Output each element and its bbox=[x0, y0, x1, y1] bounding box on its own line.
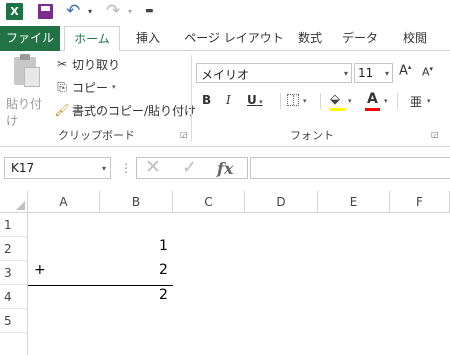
grow-font-label: A bbox=[399, 63, 408, 79]
tab-data[interactable]: データ bbox=[340, 26, 380, 51]
cell-b4[interactable]: 2 bbox=[159, 287, 168, 303]
underline-label: U bbox=[247, 93, 257, 107]
row-header-5[interactable]: 5 bbox=[0, 309, 28, 333]
cancel-icon[interactable]: ✕ bbox=[145, 156, 161, 178]
brush-icon: 🖌 bbox=[54, 103, 70, 117]
cell-bottom-border bbox=[28, 285, 173, 286]
row-header-2[interactable]: 2 bbox=[0, 237, 28, 261]
customize-qat-icon[interactable]: ▬ bbox=[145, 6, 154, 16]
row-header-4[interactable]: 4 bbox=[0, 285, 28, 309]
font-size-value: 11 bbox=[358, 66, 374, 80]
tab-file[interactable]: ファイル bbox=[0, 26, 60, 51]
quick-access-toolbar: X ↶ ▾ ↷ ▾ ▬ bbox=[0, 0, 450, 26]
format-painter-button[interactable]: 🖌 書式のコピー/貼り付け bbox=[54, 101, 196, 119]
column-header-b[interactable]: B bbox=[100, 191, 173, 213]
fill-color-icon[interactable]: ⬙ bbox=[330, 92, 340, 107]
font-size-select[interactable]: 11 ▾ bbox=[354, 63, 393, 83]
cut-button[interactable]: ✂ 切り取り bbox=[54, 55, 120, 73]
copy-icon: ⎘ bbox=[57, 79, 67, 94]
borders-dropdown-icon[interactable]: ▾ bbox=[303, 97, 307, 105]
excel-logo-icon: X bbox=[6, 3, 23, 20]
format-painter-label: 書式のコピー/貼り付け bbox=[72, 103, 197, 118]
cell-b3[interactable]: 2 bbox=[159, 262, 168, 278]
name-box[interactable]: K17 ▾ bbox=[4, 157, 111, 179]
cell-b2[interactable]: 1 bbox=[159, 238, 168, 254]
divider bbox=[280, 93, 281, 109]
phonetic-guide-button[interactable]: 亜 bbox=[410, 93, 422, 110]
paste-button[interactable]: 貼り付け bbox=[4, 54, 48, 128]
column-header-f[interactable]: F bbox=[390, 191, 450, 213]
save-icon[interactable] bbox=[38, 4, 53, 19]
clipboard-icon bbox=[14, 54, 40, 87]
column-header-a[interactable]: A bbox=[28, 191, 100, 213]
undo-dropdown-icon[interactable]: ▾ bbox=[88, 7, 92, 16]
copy-label: コピー bbox=[72, 80, 109, 95]
group-divider bbox=[191, 55, 192, 141]
select-all-button[interactable] bbox=[0, 191, 28, 213]
shrink-font-label: A bbox=[422, 65, 430, 79]
chevron-down-icon: ▾ bbox=[101, 164, 106, 173]
cell-a3[interactable]: + bbox=[34, 262, 46, 278]
fill-color-dropdown-icon[interactable]: ▾ bbox=[348, 97, 352, 105]
tab-review[interactable]: 校閲 bbox=[395, 26, 435, 51]
grow-font-button[interactable]: A▴ bbox=[399, 63, 411, 78]
insert-function-button[interactable]: fx bbox=[217, 159, 233, 178]
paste-label: 貼り付け bbox=[6, 97, 43, 128]
chevron-down-icon: ▾ bbox=[384, 69, 389, 78]
tab-formulas[interactable]: 数式 bbox=[290, 26, 330, 51]
row-header-6[interactable] bbox=[0, 333, 28, 355]
chevron-down-icon[interactable]: ▾ bbox=[257, 98, 263, 106]
worksheet-grid: A B C D E F 1 2 3 4 5 1 + 2 2 bbox=[0, 191, 450, 355]
font-color-button[interactable]: A bbox=[367, 91, 378, 107]
formula-input[interactable] bbox=[250, 157, 450, 179]
fill-color-swatch bbox=[329, 108, 345, 111]
copy-dropdown-icon[interactable]: ▾ bbox=[112, 83, 116, 91]
tab-home[interactable]: ホーム bbox=[64, 26, 120, 52]
font-color-dropdown-icon[interactable]: ▾ bbox=[384, 97, 388, 105]
italic-button[interactable]: I bbox=[226, 93, 231, 113]
font-name-value: メイリオ bbox=[201, 68, 250, 82]
font-name-select[interactable]: メイリオ ▾ bbox=[196, 63, 352, 83]
copy-button[interactable]: ⎘ コピー ▾ bbox=[54, 78, 116, 96]
row-header-3[interactable]: 3 bbox=[0, 261, 28, 285]
tab-insert[interactable]: 挿入 bbox=[128, 26, 168, 51]
column-header-e[interactable]: E bbox=[318, 191, 390, 213]
cut-label: 切り取り bbox=[72, 57, 121, 72]
clipboard-group-label: クリップボード bbox=[58, 129, 135, 142]
column-header-d[interactable]: D bbox=[245, 191, 318, 213]
chevron-down-icon: ▾ bbox=[343, 69, 348, 78]
divider bbox=[397, 93, 398, 109]
formula-buttons: ✕ ✓ fx bbox=[136, 156, 248, 179]
enter-icon[interactable]: ✓ bbox=[182, 157, 197, 178]
shrink-font-button[interactable]: A▾ bbox=[422, 65, 433, 79]
clipboard-launcher-icon[interactable]: ◲ bbox=[180, 130, 188, 139]
formula-bar-grip-icon[interactable]: ⋮ bbox=[120, 161, 132, 175]
font-launcher-icon[interactable]: ◲ bbox=[431, 130, 439, 139]
bold-button[interactable]: B bbox=[202, 93, 211, 113]
row-header-1[interactable]: 1 bbox=[0, 213, 28, 237]
font-color-swatch bbox=[365, 108, 380, 111]
name-box-value: K17 bbox=[11, 161, 35, 175]
column-header-c[interactable]: C bbox=[173, 191, 245, 213]
undo-icon[interactable]: ↶ bbox=[66, 1, 80, 21]
font-group-label: フォント bbox=[290, 129, 334, 142]
borders-icon[interactable] bbox=[287, 94, 299, 106]
redo-dropdown-icon[interactable]: ▾ bbox=[128, 7, 132, 16]
divider bbox=[320, 93, 321, 109]
ribbon-tabs: ファイル ホーム 挿入 ページ レイアウト 数式 データ 校閲 bbox=[0, 26, 450, 52]
underline-button[interactable]: U ▾ bbox=[247, 93, 263, 113]
formula-bar: K17 ▾ ⋮ ✕ ✓ fx bbox=[0, 147, 450, 191]
tab-page-layout[interactable]: ページ レイアウト bbox=[184, 26, 284, 51]
scissors-icon: ✂ bbox=[56, 57, 68, 71]
ribbon-home: 貼り付け ✂ 切り取り ⎘ コピー ▾ 🖌 書式のコピー/貼り付け クリップボー… bbox=[0, 51, 450, 147]
redo-icon[interactable]: ↷ bbox=[106, 1, 120, 21]
phonetic-dropdown-icon[interactable]: ▾ bbox=[427, 97, 431, 105]
